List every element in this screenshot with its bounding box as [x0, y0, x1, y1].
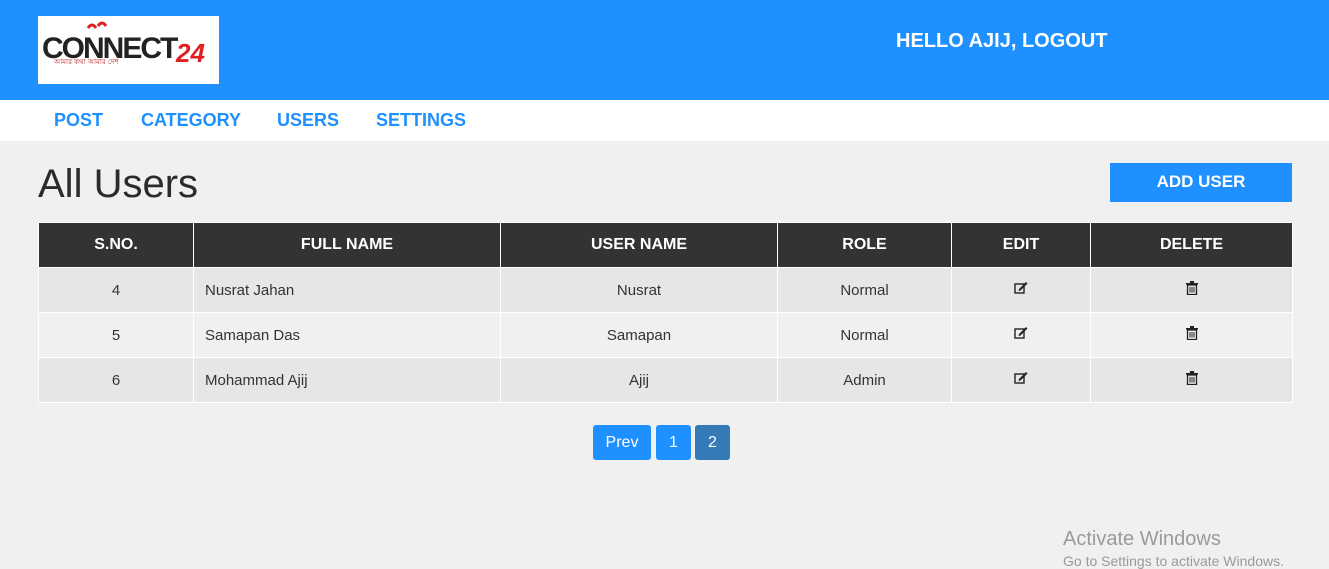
main-nav: POST CATEGORY USERS SETTINGS [0, 100, 1329, 141]
page-title: All Users [38, 162, 199, 206]
table-row: 6 Mohammad Ajij Ajij Admin [38, 357, 1293, 403]
logo-tagline: আমার কথা আমার দেশ [53, 58, 120, 66]
nav-item-post[interactable]: POST [54, 110, 103, 131]
table-header-row: S.NO. FULL NAME USER NAME ROLE EDIT DELE… [38, 222, 1293, 268]
cell-delete [1090, 267, 1293, 313]
column-header-role: ROLE [777, 222, 952, 268]
cell-role: Normal [777, 267, 952, 313]
cell-sno: 5 [38, 312, 194, 358]
edit-icon[interactable] [1014, 326, 1028, 344]
edit-icon[interactable] [1014, 371, 1028, 389]
cell-delete [1090, 357, 1293, 403]
table-row: 4 Nusrat Jahan Nusrat Normal [38, 267, 1293, 313]
table-row: 5 Samapan Das Samapan Normal [38, 312, 1293, 358]
trash-icon[interactable] [1185, 371, 1198, 389]
add-user-button[interactable]: ADD USER [1110, 163, 1292, 202]
logo-number: 24 [175, 38, 205, 68]
windows-activation-watermark: Activate Windows Go to Settings to activ… [1063, 528, 1284, 569]
column-header-full-name: FULL NAME [193, 222, 501, 268]
column-header-sno: S.NO. [38, 222, 194, 268]
cell-full-name: Nusrat Jahan [193, 267, 501, 313]
cell-sno: 6 [38, 357, 194, 403]
nav-item-settings[interactable]: SETTINGS [376, 110, 466, 131]
column-header-user-name: USER NAME [500, 222, 778, 268]
site-logo[interactable]: CONNECT 24 আমার কথা আমার দেশ [38, 16, 219, 84]
cell-delete [1090, 312, 1293, 358]
cell-full-name: Mohammad Ajij [193, 357, 501, 403]
logo-swoosh-icon [86, 21, 108, 29]
trash-icon[interactable] [1185, 326, 1198, 344]
cell-role: Admin [777, 357, 952, 403]
cell-full-name: Samapan Das [193, 312, 501, 358]
cell-sno: 4 [38, 267, 194, 313]
cell-user-name: Nusrat [500, 267, 778, 313]
cell-edit [951, 267, 1091, 313]
header-bar: CONNECT 24 আমার কথা আমার দেশ HELLO AJIJ,… [0, 0, 1329, 100]
edit-icon[interactable] [1014, 281, 1028, 299]
users-table: S.NO. FULL NAME USER NAME ROLE EDIT DELE… [38, 222, 1293, 403]
watermark-title: Activate Windows [1063, 528, 1221, 550]
logo-graphic: CONNECT 24 আমার কথা আমার দেশ [42, 21, 205, 68]
watermark-subtitle: Go to Settings to activate Windows. [1063, 553, 1284, 569]
cell-edit [951, 357, 1091, 403]
greeting-logout-link[interactable]: HELLO AJIJ, LOGOUT [896, 30, 1108, 53]
cell-user-name: Ajij [500, 357, 778, 403]
pagination-page-1[interactable]: 1 [656, 425, 691, 460]
cell-edit [951, 312, 1091, 358]
nav-item-users[interactable]: USERS [277, 110, 339, 131]
trash-icon[interactable] [1185, 281, 1198, 299]
nav-item-category[interactable]: CATEGORY [141, 110, 241, 131]
column-header-edit: EDIT [951, 222, 1091, 268]
pagination-page-2[interactable]: 2 [695, 425, 730, 460]
column-header-delete: DELETE [1090, 222, 1293, 268]
cell-user-name: Samapan [500, 312, 778, 358]
cell-role: Normal [777, 312, 952, 358]
pagination-prev-button[interactable]: Prev [593, 425, 651, 460]
